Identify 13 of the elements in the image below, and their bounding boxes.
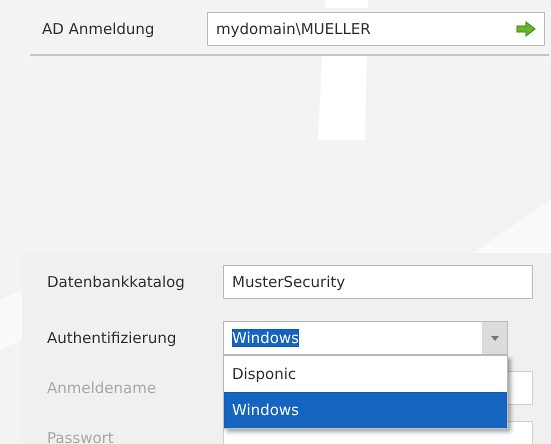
caret-icon <box>490 336 498 340</box>
dropdown-field[interactable]: Windows <box>223 321 508 355</box>
dropdown-button[interactable] <box>482 322 507 354</box>
field-label: Datenbankkatalog <box>47 273 186 291</box>
arrow-icon[interactable] <box>516 21 536 37</box>
field-label: Passwort <box>47 429 115 444</box>
dropdown-option[interactable]: Disponic <box>224 356 507 392</box>
dropdown-option[interactable]: Windows <box>224 392 507 428</box>
field-label: Anmeldename <box>47 379 158 397</box>
login-field[interactable]: mydomain\MUELLER <box>207 12 545 46</box>
field-label: AD Anmeldung <box>42 20 156 38</box>
text-field[interactable]: MusterSecurity <box>223 265 533 299</box>
field-label: Authentifizierung <box>47 329 178 347</box>
